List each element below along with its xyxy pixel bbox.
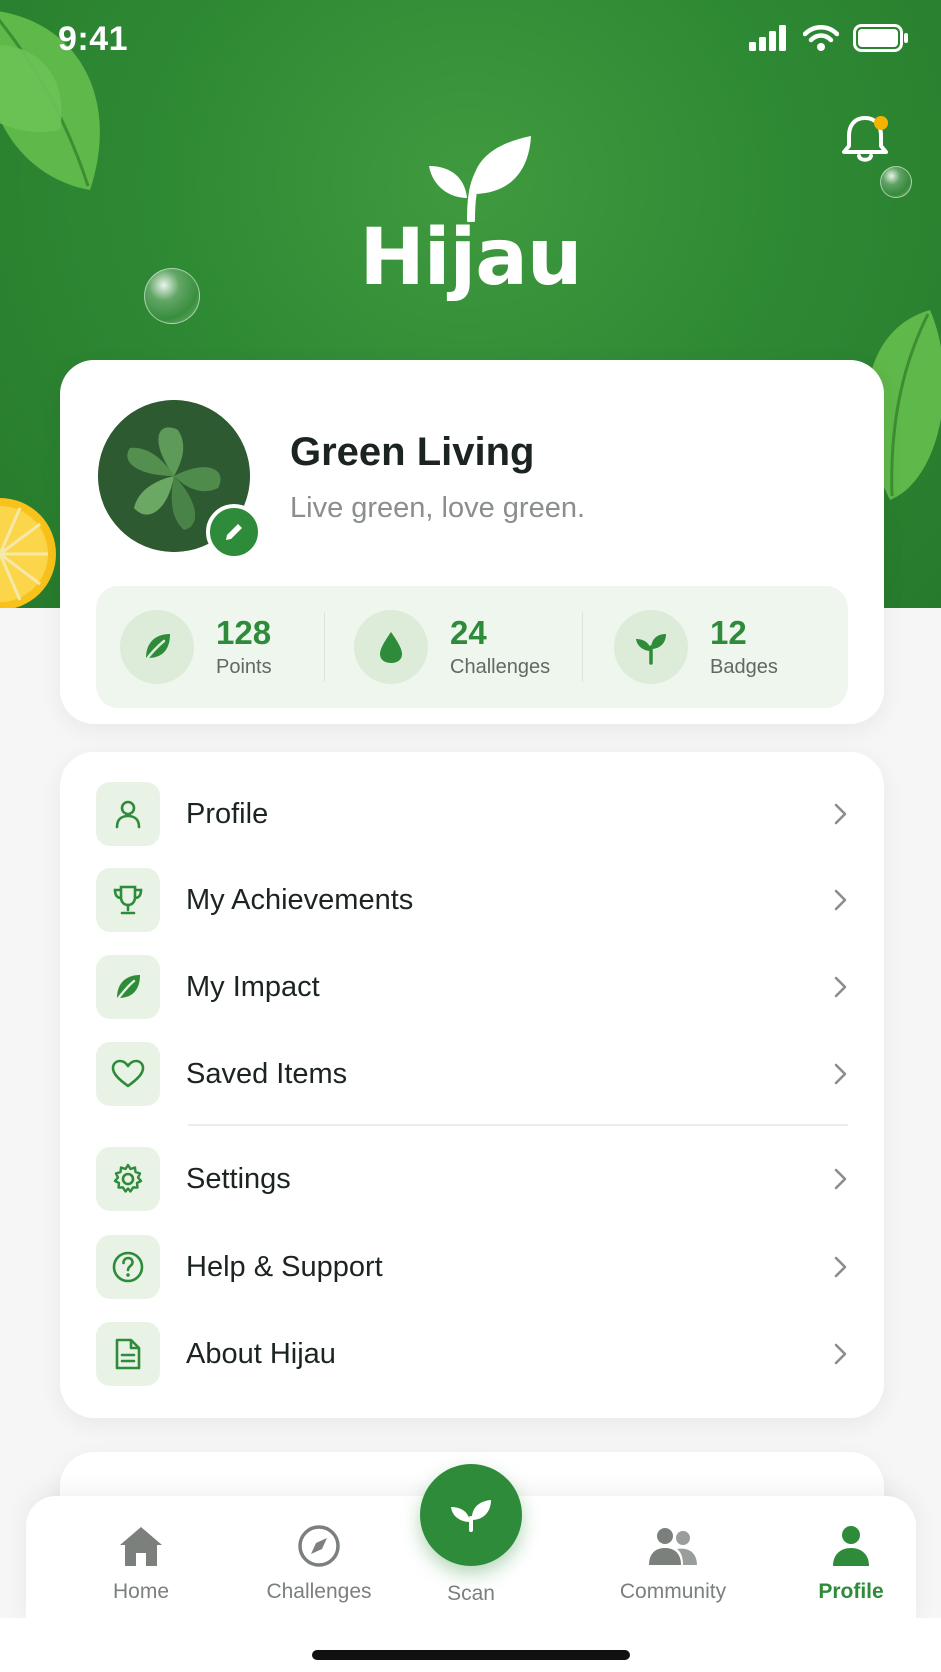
compass-icon xyxy=(244,1520,394,1572)
document-icon xyxy=(96,1322,160,1386)
menu-item-saved[interactable]: Saved Items xyxy=(96,1042,856,1106)
sprout-icon xyxy=(614,610,688,684)
tab-profile[interactable]: Profile xyxy=(776,1520,926,1604)
logo-leaf-icon xyxy=(428,136,531,224)
user-icon xyxy=(96,782,160,846)
tab-challenges[interactable]: Challenges xyxy=(244,1520,394,1604)
gear-icon xyxy=(96,1147,160,1211)
menu-label: Settings xyxy=(186,1162,291,1195)
lemon-slice-decoration xyxy=(0,498,56,608)
menu-label: About Hijau xyxy=(186,1337,336,1370)
menu-item-help[interactable]: Help & Support xyxy=(96,1235,856,1299)
stat-label: Badges xyxy=(710,655,778,678)
menu-item-achievements[interactable]: My Achievements xyxy=(96,868,856,932)
leaf-icon xyxy=(96,955,160,1019)
menu-label: Help & Support xyxy=(186,1250,383,1283)
notification-bell-button[interactable] xyxy=(842,112,892,168)
chevron-right-icon xyxy=(826,1059,856,1089)
status-bar: 9:41 xyxy=(0,0,941,84)
menu-card: Profile My Achievements My Impact Saved … xyxy=(60,752,884,1418)
stat-value: 128 xyxy=(216,614,272,652)
menu-label: My Achievements xyxy=(186,883,414,916)
status-time: 9:41 xyxy=(58,20,129,58)
stat-label: Points xyxy=(216,655,272,678)
tab-label: Profile xyxy=(818,1580,884,1603)
profile-name: Green Living xyxy=(290,430,535,474)
water-drop-icon xyxy=(354,610,428,684)
stats-panel: 128 Points 24 Challenges 12 Badges xyxy=(96,586,848,708)
tab-label: Challenges xyxy=(266,1580,372,1603)
stat-divider xyxy=(324,612,325,682)
stat-points: 128 Points xyxy=(120,610,272,684)
tab-scan-label: Scan xyxy=(447,1582,495,1605)
home-icon xyxy=(66,1520,216,1572)
sprout-icon xyxy=(451,1500,491,1532)
tab-home[interactable]: Home xyxy=(66,1520,216,1604)
stat-value: 12 xyxy=(710,614,747,652)
chevron-right-icon xyxy=(826,1339,856,1369)
app-logo: Hijau xyxy=(0,136,941,297)
status-icons xyxy=(749,24,909,52)
menu-item-about[interactable]: About Hijau xyxy=(96,1322,856,1386)
menu-item-settings[interactable]: Settings xyxy=(96,1147,856,1211)
chevron-right-icon xyxy=(826,972,856,1002)
chevron-right-icon xyxy=(826,1164,856,1194)
trophy-icon xyxy=(96,868,160,932)
menu-divider xyxy=(188,1124,848,1126)
app-name: Hijau xyxy=(359,213,583,303)
signal-icon xyxy=(749,25,786,51)
pencil-icon xyxy=(226,524,242,540)
person-icon xyxy=(776,1520,926,1572)
stat-challenges: 24 Challenges xyxy=(354,610,550,684)
menu-item-profile[interactable]: Profile xyxy=(96,782,856,846)
wifi-icon xyxy=(803,25,839,51)
edit-avatar-button[interactable] xyxy=(206,504,262,560)
menu-label: Saved Items xyxy=(186,1057,348,1090)
tab-community[interactable]: Community xyxy=(598,1520,748,1604)
menu-label: My Impact xyxy=(186,970,320,1003)
chevron-right-icon xyxy=(826,885,856,915)
stat-divider xyxy=(582,612,583,682)
battery-icon xyxy=(853,24,908,52)
tab-label: Community xyxy=(619,1580,727,1603)
notification-dot xyxy=(874,116,888,130)
profile-card: Green Living Live green, love green. 128… xyxy=(60,360,884,724)
menu-label: Profile xyxy=(186,797,269,830)
chevron-right-icon xyxy=(826,1252,856,1282)
tab-label: Home xyxy=(112,1580,170,1603)
home-indicator-area xyxy=(0,1618,941,1672)
stat-label: Challenges xyxy=(450,655,551,678)
people-icon xyxy=(598,1520,748,1572)
stat-value: 24 xyxy=(450,614,487,652)
stat-badges: 12 Badges xyxy=(614,610,778,684)
leaf-icon xyxy=(120,610,194,684)
avatar-container[interactable] xyxy=(98,400,262,560)
heart-icon xyxy=(96,1042,160,1106)
menu-item-impact[interactable]: My Impact xyxy=(96,955,856,1019)
chevron-right-icon xyxy=(826,799,856,829)
home-indicator[interactable] xyxy=(312,1650,630,1660)
scan-button[interactable] xyxy=(420,1464,522,1566)
help-circle-icon xyxy=(96,1235,160,1299)
profile-tagline: Live green, love green. xyxy=(290,492,586,524)
